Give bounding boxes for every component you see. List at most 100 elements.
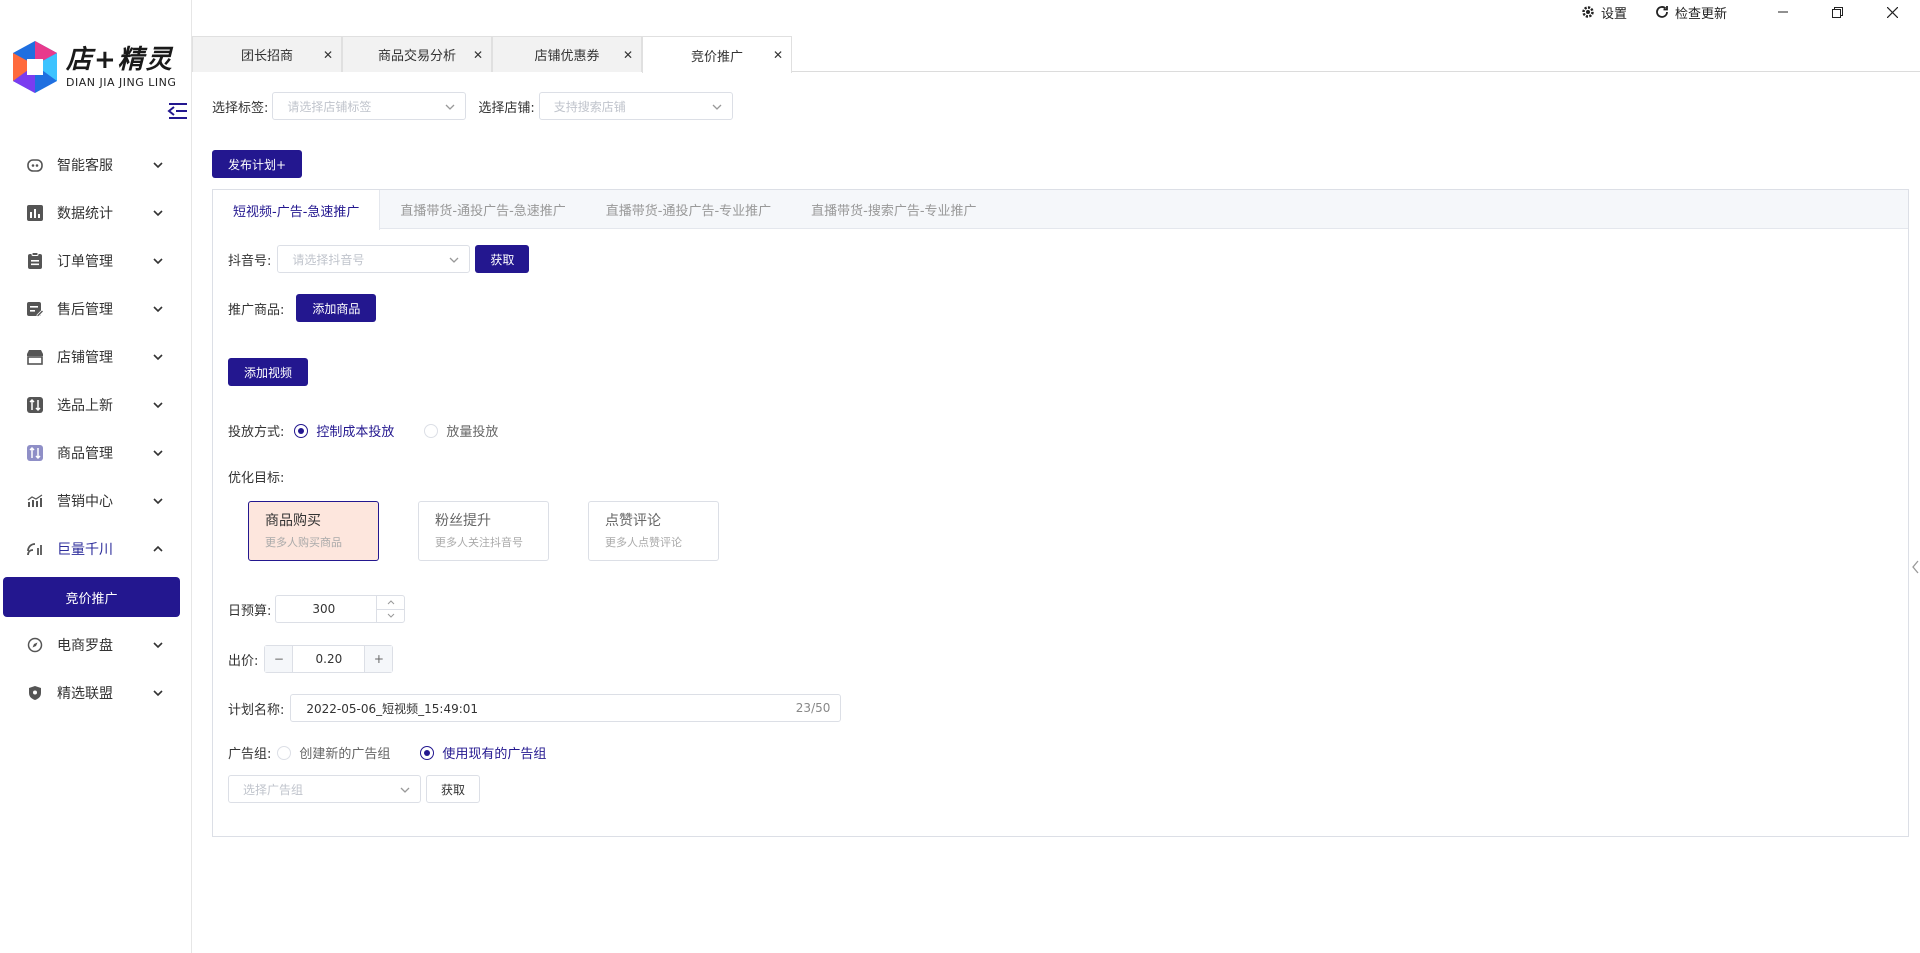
chevron-down-icon — [153, 258, 163, 265]
goal-title: 粉丝提升 — [435, 513, 491, 529]
radio-volume[interactable]: 放量投放 — [424, 421, 498, 440]
logo-subtitle: DIAN JIA JING LING — [66, 75, 177, 89]
sidebar-item-label: 商品管理 — [57, 446, 113, 462]
tab-live-general-fast[interactable]: 直播带货-通投广告-急速推广 — [380, 190, 585, 229]
sidebar-item-store[interactable]: 店铺管理 — [0, 333, 192, 381]
check-update-button[interactable]: 检查更新 — [1655, 3, 1727, 22]
tag-select[interactable]: 请选择店铺标签 — [272, 92, 467, 120]
plan-name-counter: 23/50 — [795, 701, 831, 715]
page-tabs: 团长招商 ✕ 商品交易分析 ✕ 店铺优惠券 ✕ 竞价推广 ✕ — [192, 36, 1920, 73]
edit-list-icon — [25, 299, 45, 319]
tab-label: 商品交易分析 — [377, 49, 456, 64]
bid-increase-icon[interactable]: + — [364, 646, 393, 672]
fetch-douyin-button[interactable]: 获取 — [475, 245, 530, 273]
add-product-button[interactable]: 添加商品 — [296, 294, 377, 322]
radio-indicator — [294, 423, 309, 438]
bid-label: 出价: — [228, 653, 259, 669]
sidebar-item-orders[interactable]: 订单管理 — [0, 237, 192, 285]
tag-select-placeholder: 请选择店铺标签 — [287, 99, 372, 114]
sidebar-item-label: 售后管理 — [57, 302, 113, 318]
minimize-button[interactable] — [1755, 0, 1810, 24]
sidebar-item-smart-service[interactable]: 智能客服 — [0, 141, 192, 189]
goal-card-purchase[interactable]: 商品购买 更多人购买商品 — [248, 501, 379, 561]
fetch-adgroup-button[interactable]: 获取 — [426, 775, 481, 803]
radio-existing-adgroup[interactable]: 使用现有的广告组 — [420, 743, 546, 762]
chevron-down-icon — [153, 450, 163, 457]
radio-indicator — [420, 745, 435, 760]
tab-trade-analysis[interactable]: 商品交易分析 ✕ — [342, 36, 492, 72]
promotion-type-tabs: 短视频-广告-急速推广 直播带货-通投广告-急速推广 直播带货-通投广告-专业推… — [213, 190, 1908, 230]
sidebar-item-product-selection[interactable]: 选品上新 — [0, 381, 192, 429]
sidebar-item-label: 营销中心 — [57, 494, 113, 510]
app-logo: 店+精灵 DIAN JIA JING LING — [10, 36, 176, 98]
chevron-down-icon — [153, 210, 163, 217]
bid-value: 0.20 — [315, 652, 343, 666]
goal-desc: 更多人购买商品 — [265, 536, 342, 549]
close-tab-icon[interactable]: ✕ — [623, 48, 633, 62]
chevron-down-icon — [449, 257, 459, 263]
sidebar-subitem-bid-promotion[interactable]: 竞价推广 — [3, 577, 180, 617]
sidebar-item-after-sales[interactable]: 售后管理 — [0, 285, 192, 333]
goal-card-likes[interactable]: 点赞评论 更多人点赞评论 — [588, 501, 719, 561]
budget-decrease-icon[interactable] — [377, 610, 404, 623]
sidebar-item-qianchuan[interactable]: 巨量千川 — [0, 525, 192, 573]
logo-title: 店+精灵 — [66, 44, 174, 75]
tab-live-search-pro[interactable]: 直播带货-搜索广告-专业推广 — [791, 190, 996, 229]
chevron-down-icon — [153, 402, 163, 409]
radio-indicator — [277, 745, 292, 760]
signal-icon — [25, 539, 45, 559]
close-tab-icon[interactable]: ✕ — [323, 48, 333, 62]
sidebar-item-label: 智能客服 — [57, 158, 113, 174]
main-content: 选择标签: 请选择店铺标签 选择店铺: 支持搜索店铺 发布计划+ 短视频-广告-… — [192, 72, 1920, 953]
restore-icon — [1832, 6, 1843, 18]
sidebar-item-alliance[interactable]: 精选联盟 — [0, 669, 192, 717]
shop-select[interactable]: 支持搜索店铺 — [538, 92, 733, 120]
promotion-panel: 短视频-广告-急速推广 直播带货-通投广告-急速推广 直播带货-通投广告-专业推… — [212, 189, 1909, 837]
settings-button[interactable]: 设置 — [1581, 3, 1627, 22]
close-window-button[interactable] — [1865, 0, 1920, 24]
close-tab-icon[interactable]: ✕ — [773, 48, 783, 62]
sidebar-menu: 智能客服 数据统计 订单管理 售后管理 店铺管理 选品上新 商品管理 营销中心 … — [0, 141, 192, 717]
budget-stepper[interactable]: 300 — [275, 595, 406, 623]
radio-label: 创建新的广告组 — [299, 747, 391, 762]
tab-live-general-pro[interactable]: 直播带货-通投广告-专业推广 — [586, 190, 791, 229]
sidebar-item-label: 数据统计 — [57, 206, 113, 222]
sidebar-item-data-stats[interactable]: 数据统计 — [0, 189, 192, 237]
douyin-label: 抖音号: — [228, 253, 272, 269]
add-video-button[interactable]: 添加视频 — [228, 358, 309, 386]
tab-bid-promotion[interactable]: 竞价推广 ✕ — [642, 36, 792, 73]
goal-title: 商品购买 — [265, 513, 321, 529]
publish-plan-button[interactable]: 发布计划+ — [212, 150, 303, 178]
sidebar-item-label: 选品上新 — [57, 398, 113, 414]
goal-desc: 更多人关注抖音号 — [435, 536, 523, 549]
sidebar-item-label: 巨量千川 — [57, 542, 113, 558]
close-tab-icon[interactable]: ✕ — [473, 48, 483, 62]
menu-collapse-icon[interactable] — [167, 101, 189, 121]
delivery-label: 投放方式: — [228, 425, 285, 440]
adgroup-select[interactable]: 选择广告组 — [228, 775, 421, 803]
douyin-select[interactable]: 请选择抖音号 — [277, 245, 471, 273]
sidebar-item-marketing[interactable]: 营销中心 — [0, 477, 192, 525]
sidebar-item-product-management[interactable]: 商品管理 — [0, 429, 192, 477]
sidebar: 店+精灵 DIAN JIA JING LING 智能客服 数据统计 订单管理 售… — [0, 0, 192, 953]
sidebar-item-label: 电商罗盘 — [57, 638, 113, 654]
chevron-down-icon — [153, 498, 163, 505]
tab-short-video-fast[interactable]: 短视频-广告-急速推广 — [213, 190, 381, 230]
goal-card-fans[interactable]: 粉丝提升 更多人关注抖音号 — [418, 501, 549, 561]
plan-name-input[interactable]: 2022-05-06_短视频_15:49:01 23/50 — [290, 694, 842, 722]
budget-increase-icon[interactable] — [377, 596, 405, 610]
plan-name-value: 2022-05-06_短视频_15:49:01 — [306, 701, 479, 716]
tab-store-coupon[interactable]: 店铺优惠券 ✕ — [492, 36, 642, 72]
restore-button[interactable] — [1810, 0, 1865, 24]
bid-decrease-icon[interactable]: − — [265, 646, 294, 672]
tab-group-leader[interactable]: 团长招商 ✕ — [192, 36, 342, 72]
title-bar: 设置 检查更新 — [192, 0, 1920, 24]
bid-stepper[interactable]: − 0.20 + — [264, 645, 394, 673]
radio-new-adgroup[interactable]: 创建新的广告组 — [277, 743, 390, 762]
radio-cost-control[interactable]: 控制成本投放 — [294, 421, 394, 440]
chevron-down-icon — [400, 787, 410, 793]
side-expand-icon[interactable] — [1910, 555, 1920, 579]
goal-title: 点赞评论 — [605, 513, 661, 529]
sidebar-item-compass[interactable]: 电商罗盘 — [0, 621, 192, 669]
growth-chart-icon — [25, 491, 45, 511]
